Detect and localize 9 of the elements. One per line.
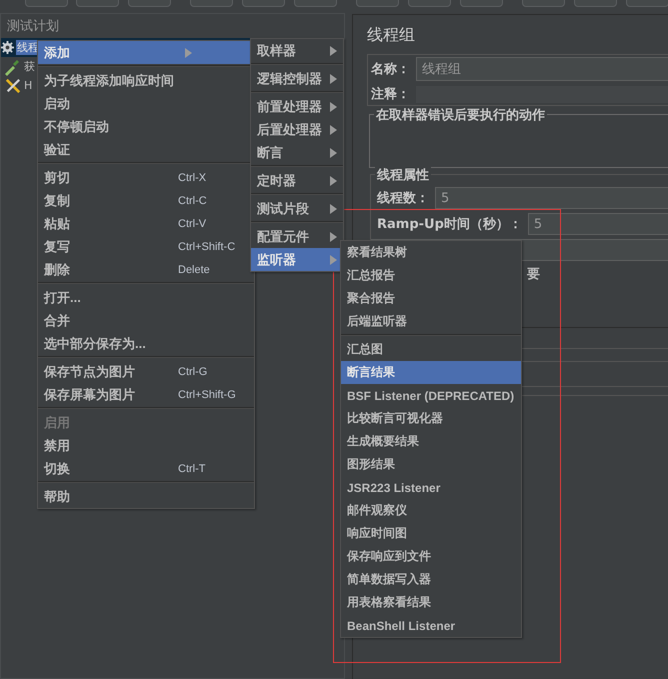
field-label: Ramp-Up时间（秒）： <box>377 216 522 233</box>
tree-root-label: 测试计划 <box>6 18 60 36</box>
field-label: 注释： <box>371 86 410 103</box>
field-label: 线程数： <box>377 190 429 207</box>
panel-title: 线程组 <box>367 25 416 46</box>
field-label: 名称： <box>371 61 410 78</box>
group-title: 线程属性 <box>375 166 431 184</box>
group-title: 在取样器错误后要执行的动作 <box>374 106 547 124</box>
checkbox-label: 要 <box>527 267 540 282</box>
